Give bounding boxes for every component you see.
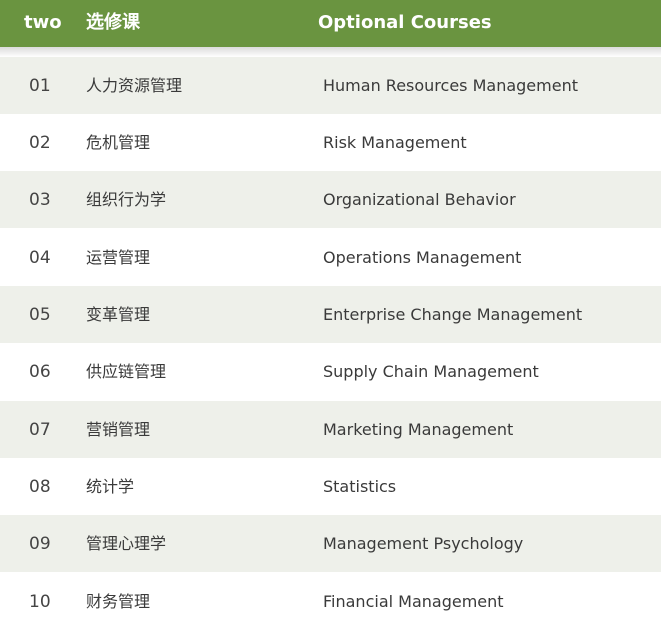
header-number: two bbox=[24, 12, 62, 33]
course-number: 02 bbox=[29, 133, 51, 153]
table-row: 09 管理心理学 Management Psychology bbox=[0, 515, 661, 572]
table-row: 03 组织行为学 Organizational Behavior bbox=[0, 171, 661, 228]
course-name-chinese: 统计学 bbox=[86, 477, 135, 496]
header-shadow bbox=[0, 47, 661, 57]
course-name-chinese: 组织行为学 bbox=[86, 190, 167, 209]
table-row: 04 运营管理 Operations Management bbox=[0, 229, 661, 286]
table-row: 06 供应链管理 Supply Chain Management bbox=[0, 343, 661, 400]
course-name-chinese: 营销管理 bbox=[86, 420, 151, 439]
table-row: 08 统计学 Statistics bbox=[0, 458, 661, 515]
table-row: 02 危机管理 Risk Management bbox=[0, 114, 661, 171]
course-number: 09 bbox=[29, 534, 51, 554]
course-name-english: Operations Management bbox=[323, 248, 522, 267]
course-number: 01 bbox=[29, 76, 51, 96]
course-name-chinese: 财务管理 bbox=[86, 592, 151, 611]
table-row: 07 营销管理 Marketing Management bbox=[0, 401, 661, 458]
course-name-chinese: 变革管理 bbox=[86, 305, 151, 324]
table-header: two 选修课 Optional Courses bbox=[0, 0, 661, 47]
course-name-chinese: 管理心理学 bbox=[86, 534, 167, 553]
table-row: 01 人力资源管理 Human Resources Management bbox=[0, 57, 661, 114]
course-name-english: Supply Chain Management bbox=[323, 362, 539, 381]
course-name-english: Organizational Behavior bbox=[323, 190, 516, 209]
course-name-chinese: 供应链管理 bbox=[86, 362, 167, 381]
course-name-english: Enterprise Change Management bbox=[323, 305, 583, 324]
course-name-english: Statistics bbox=[323, 477, 397, 496]
course-number: 08 bbox=[29, 477, 51, 497]
course-number: 06 bbox=[29, 362, 51, 382]
course-name-english: Marketing Management bbox=[323, 420, 514, 439]
course-name-english: Management Psychology bbox=[323, 534, 524, 553]
course-name-chinese: 人力资源管理 bbox=[86, 76, 183, 95]
optional-courses-table: two 选修课 Optional Courses 01 人力资源管理 Human… bbox=[0, 0, 661, 630]
course-name-english: Human Resources Management bbox=[323, 76, 578, 95]
course-name-chinese: 运营管理 bbox=[86, 248, 151, 267]
course-number: 05 bbox=[29, 305, 51, 325]
table-row: 10 财务管理 Financial Management bbox=[0, 573, 661, 630]
course-name-chinese: 危机管理 bbox=[86, 133, 151, 152]
header-chinese-title: 选修课 bbox=[86, 12, 140, 33]
course-name-english: Risk Management bbox=[323, 133, 467, 152]
course-number: 07 bbox=[29, 420, 51, 440]
course-number: 10 bbox=[29, 592, 51, 612]
table-row: 05 变革管理 Enterprise Change Management bbox=[0, 286, 661, 343]
course-number: 04 bbox=[29, 248, 51, 268]
course-number: 03 bbox=[29, 190, 51, 210]
header-english-title: Optional Courses bbox=[318, 12, 492, 33]
course-name-english: Financial Management bbox=[323, 592, 504, 611]
